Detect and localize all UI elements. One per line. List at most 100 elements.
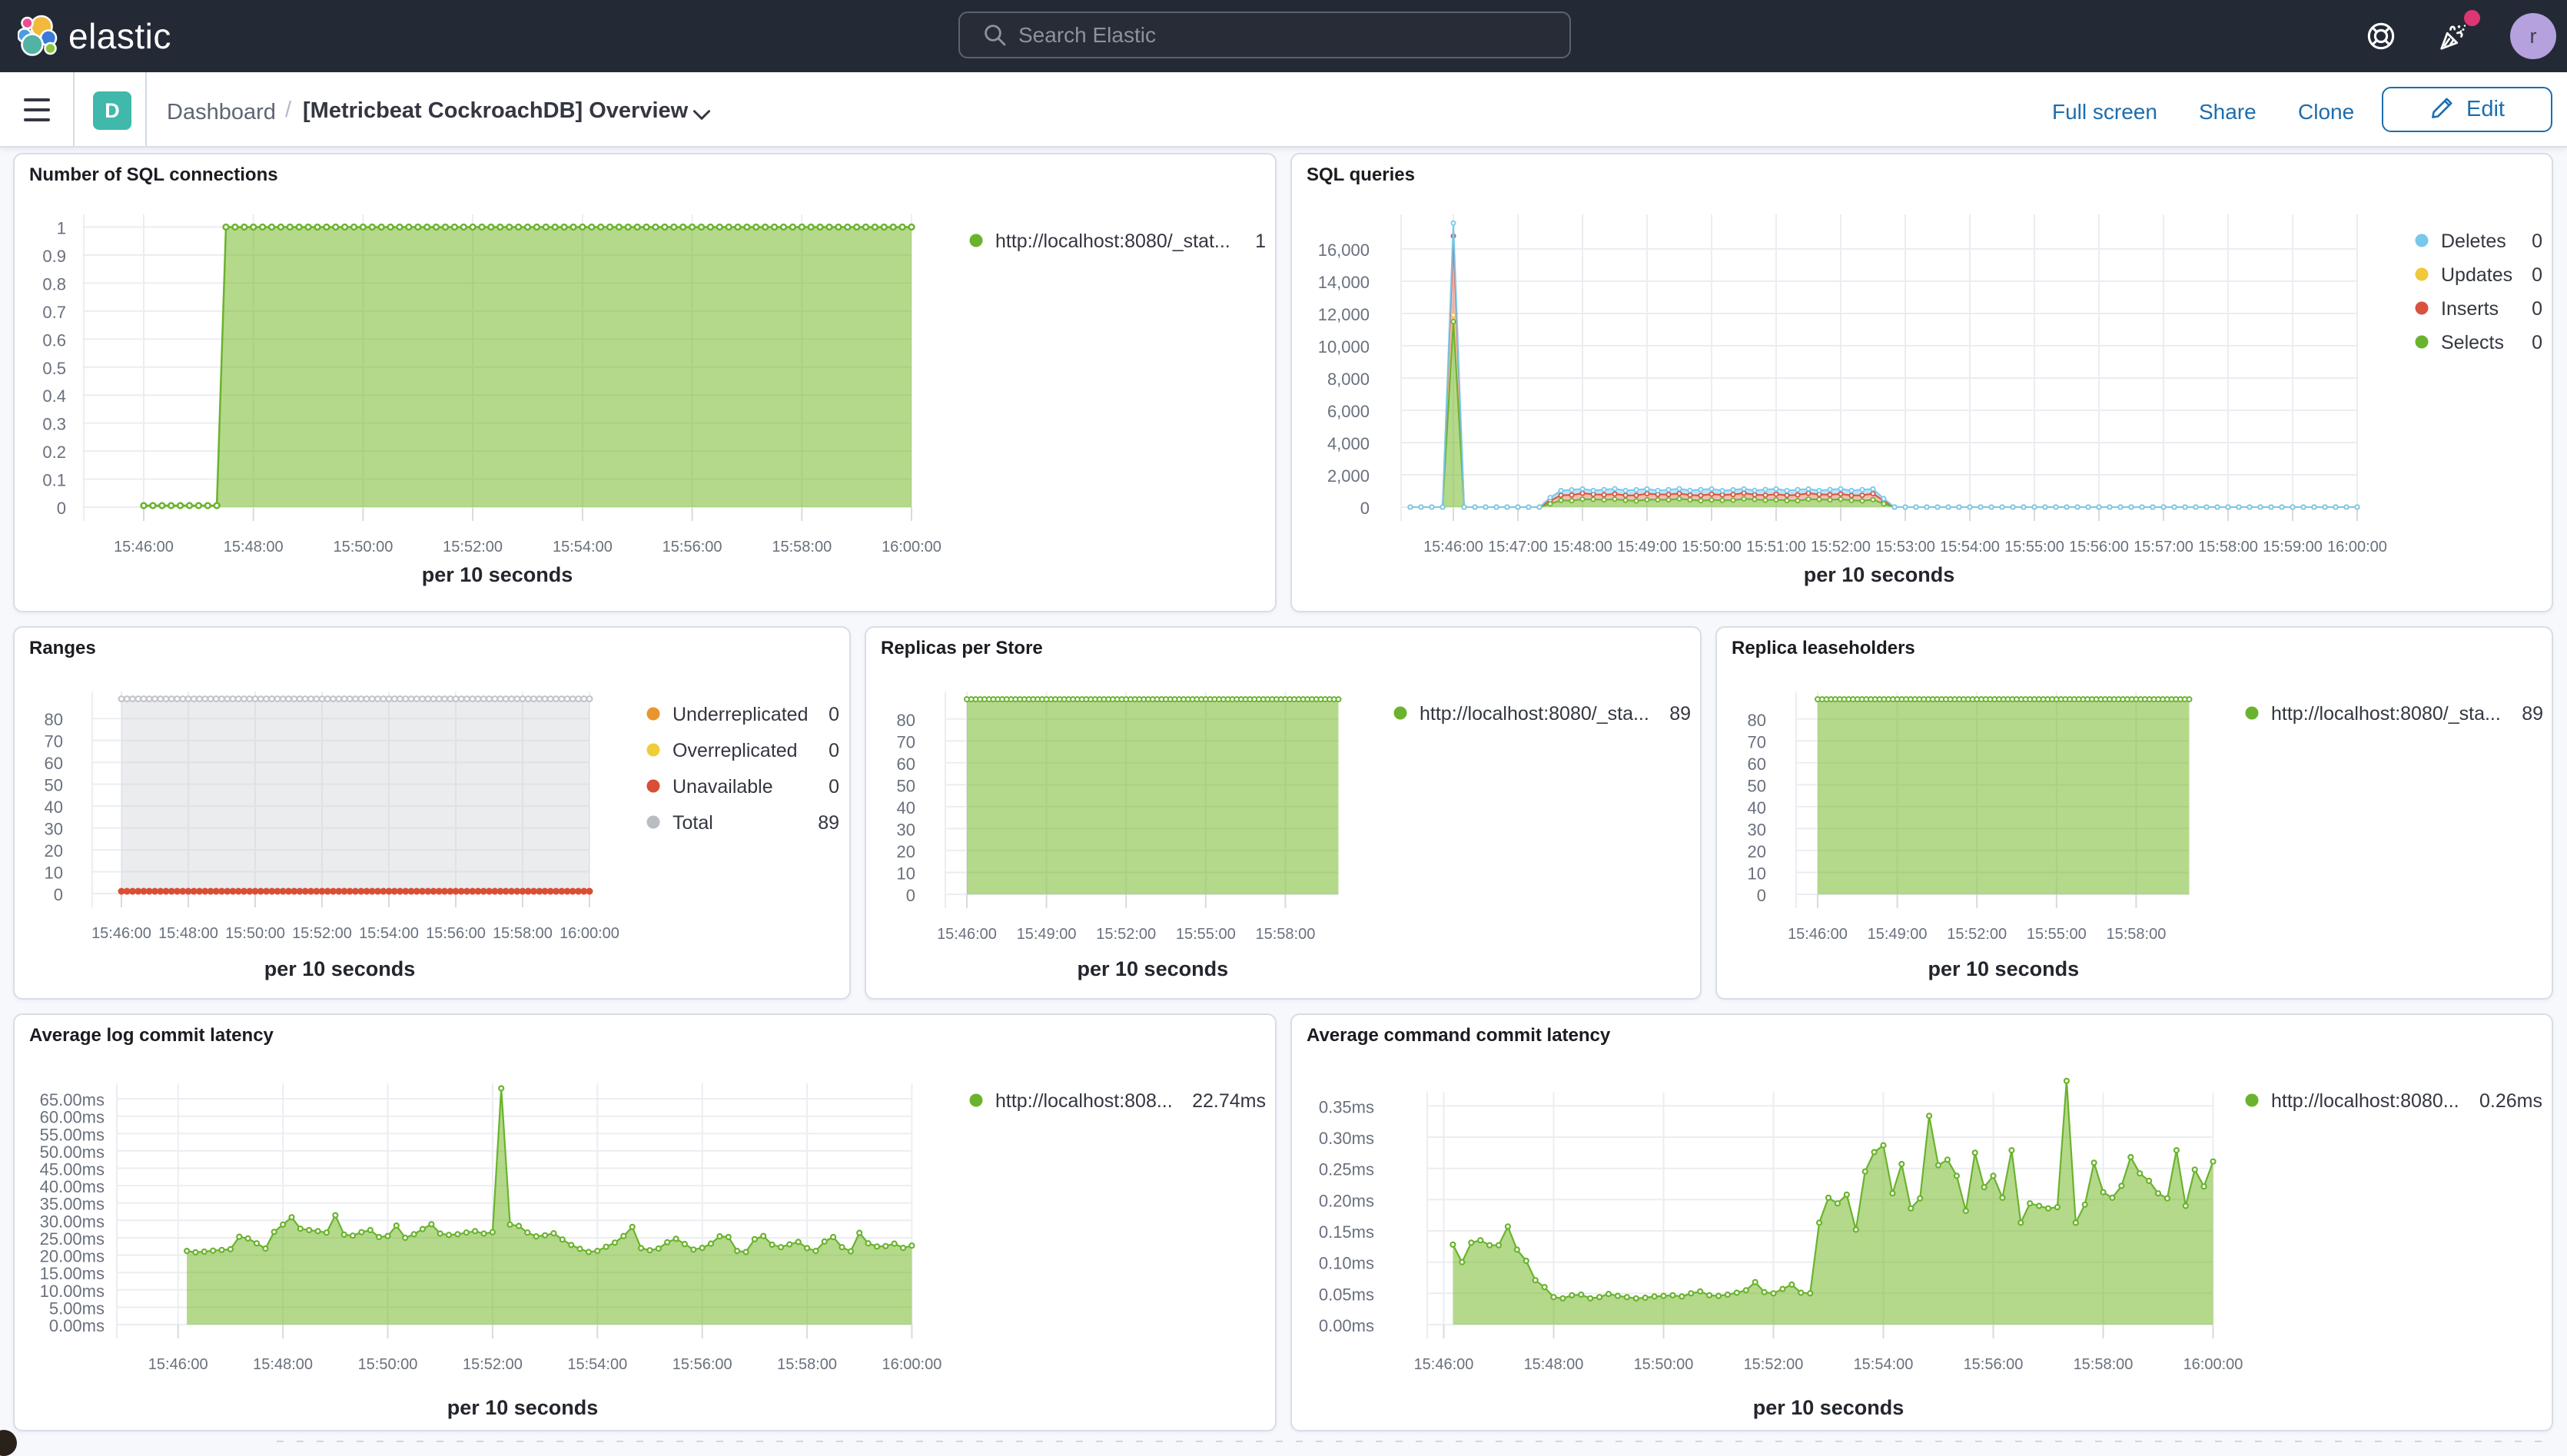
svg-text:0.30ms: 0.30ms (1319, 1129, 1374, 1148)
svg-text:55.00ms: 55.00ms (40, 1125, 105, 1144)
svg-text:per 10 seconds: per 10 seconds (1078, 957, 1229, 980)
svg-text:20.00ms: 20.00ms (40, 1247, 105, 1266)
svg-text:0.26ms: 0.26ms (2479, 1090, 2542, 1112)
svg-text:25.00ms: 25.00ms (40, 1229, 105, 1249)
svg-text:16:00:00: 16:00:00 (882, 1356, 941, 1373)
svg-text:15:50:00: 15:50:00 (225, 925, 285, 942)
svg-text:45.00ms: 45.00ms (40, 1160, 105, 1179)
svg-text:15:49:00: 15:49:00 (1017, 926, 1077, 943)
svg-text:0.00ms: 0.00ms (49, 1316, 105, 1335)
svg-text:per 10 seconds: per 10 seconds (1804, 563, 1955, 586)
svg-text:80: 80 (897, 711, 915, 730)
svg-text:0.5: 0.5 (42, 359, 66, 378)
svg-text:Deletes: Deletes (2441, 231, 2506, 252)
svg-text:15:53:00: 15:53:00 (1875, 539, 1935, 556)
svg-text:15:50:00: 15:50:00 (1634, 1356, 1694, 1373)
svg-text:1: 1 (57, 219, 66, 238)
svg-text:0: 0 (1360, 499, 1370, 518)
svg-text:0: 0 (829, 704, 839, 725)
svg-text:15:56:00: 15:56:00 (2069, 539, 2129, 556)
svg-text:89: 89 (2522, 703, 2543, 725)
svg-text:0.2: 0.2 (42, 443, 66, 462)
svg-text:60: 60 (897, 755, 915, 774)
svg-text:30: 30 (897, 820, 915, 839)
svg-text:15:48:00: 15:48:00 (253, 1356, 313, 1373)
svg-text:0.6: 0.6 (42, 330, 66, 350)
svg-text:15:58:00: 15:58:00 (493, 925, 553, 942)
svg-text:http://localhost:8080...: http://localhost:8080... (2271, 1090, 2459, 1112)
svg-text:15:54:00: 15:54:00 (1854, 1356, 1914, 1373)
svg-text:2,000: 2,000 (1327, 466, 1370, 486)
svg-text:15:52:00: 15:52:00 (292, 925, 352, 942)
svg-text:0.4: 0.4 (42, 386, 66, 406)
svg-text:0.05ms: 0.05ms (1319, 1285, 1374, 1304)
svg-text:0.35ms: 0.35ms (1319, 1097, 1374, 1116)
svg-text:15:47:00: 15:47:00 (1488, 539, 1548, 556)
svg-text:0.00ms: 0.00ms (1319, 1316, 1374, 1335)
svg-text:15:56:00: 15:56:00 (426, 925, 486, 942)
svg-text:0: 0 (1757, 886, 1766, 905)
svg-text:15:50:00: 15:50:00 (1682, 539, 1742, 556)
svg-text:15:52:00: 15:52:00 (1947, 926, 2007, 943)
svg-text:15:58:00: 15:58:00 (2106, 926, 2166, 943)
svg-text:15:46:00: 15:46:00 (114, 539, 174, 556)
svg-text:20: 20 (897, 842, 915, 861)
svg-text:6,000: 6,000 (1327, 402, 1370, 421)
svg-text:15:52:00: 15:52:00 (1096, 926, 1156, 943)
svg-text:15:58:00: 15:58:00 (1255, 926, 1315, 943)
svg-text:15:58:00: 15:58:00 (2198, 539, 2258, 556)
svg-text:15:54:00: 15:54:00 (1940, 539, 2000, 556)
svg-text:70: 70 (897, 732, 915, 751)
svg-text:15:46:00: 15:46:00 (1788, 926, 1848, 943)
svg-text:20: 20 (1748, 842, 1766, 861)
svg-text:15:56:00: 15:56:00 (672, 1356, 732, 1373)
svg-text:0: 0 (2532, 332, 2542, 353)
svg-text:50: 50 (897, 776, 915, 795)
svg-text:89: 89 (818, 812, 839, 834)
svg-text:Overreplicated: Overreplicated (672, 740, 798, 761)
svg-text:35.00ms: 35.00ms (40, 1195, 105, 1214)
svg-text:16,000: 16,000 (1318, 240, 1370, 260)
svg-text:0: 0 (2532, 298, 2542, 320)
svg-text:per 10 seconds: per 10 seconds (447, 1396, 599, 1419)
svg-text:0: 0 (906, 886, 915, 905)
svg-text:15:58:00: 15:58:00 (777, 1356, 837, 1373)
svg-text:0.9: 0.9 (42, 247, 66, 266)
svg-text:40: 40 (897, 798, 915, 818)
svg-text:1: 1 (1255, 231, 1266, 252)
svg-text:15:51:00: 15:51:00 (1746, 539, 1806, 556)
svg-text:20: 20 (45, 841, 63, 861)
svg-text:60.00ms: 60.00ms (40, 1108, 105, 1127)
svg-text:0: 0 (829, 740, 839, 761)
svg-text:4,000: 4,000 (1327, 434, 1370, 453)
svg-text:15:49:00: 15:49:00 (1617, 539, 1677, 556)
svg-text:15:55:00: 15:55:00 (2027, 926, 2087, 943)
svg-text:15:50:00: 15:50:00 (358, 1356, 418, 1373)
svg-text:per 10 seconds: per 10 seconds (1753, 1396, 1904, 1419)
svg-text:16:00:00: 16:00:00 (882, 539, 941, 556)
svg-text:30: 30 (1748, 820, 1766, 839)
svg-text:60: 60 (45, 754, 63, 773)
svg-text:15:54:00: 15:54:00 (567, 1356, 627, 1373)
svg-text:0: 0 (54, 885, 63, 904)
svg-text:22.74ms: 22.74ms (1192, 1090, 1266, 1112)
svg-text:15:55:00: 15:55:00 (1176, 926, 1236, 943)
svg-text:15.00ms: 15.00ms (40, 1264, 105, 1283)
svg-text:8,000: 8,000 (1327, 370, 1370, 389)
svg-text:50: 50 (45, 776, 63, 795)
svg-text:http://localhost:8080/_stat...: http://localhost:8080/_stat... (995, 231, 1230, 252)
svg-text:0: 0 (829, 776, 839, 798)
svg-text:16:00:00: 16:00:00 (2327, 539, 2387, 556)
svg-text:15:54:00: 15:54:00 (553, 539, 613, 556)
svg-text:15:46:00: 15:46:00 (1423, 539, 1483, 556)
svg-text:15:48:00: 15:48:00 (224, 539, 284, 556)
svg-text:40: 40 (45, 798, 63, 817)
svg-text:10: 10 (897, 864, 915, 884)
svg-text:0.7: 0.7 (42, 303, 66, 322)
svg-text:15:48:00: 15:48:00 (1524, 1356, 1584, 1373)
svg-text:Updates: Updates (2441, 264, 2512, 286)
svg-text:10: 10 (1748, 864, 1766, 884)
svg-text:30.00ms: 30.00ms (40, 1212, 105, 1231)
svg-text:15:50:00: 15:50:00 (333, 539, 393, 556)
svg-text:15:58:00: 15:58:00 (772, 539, 832, 556)
